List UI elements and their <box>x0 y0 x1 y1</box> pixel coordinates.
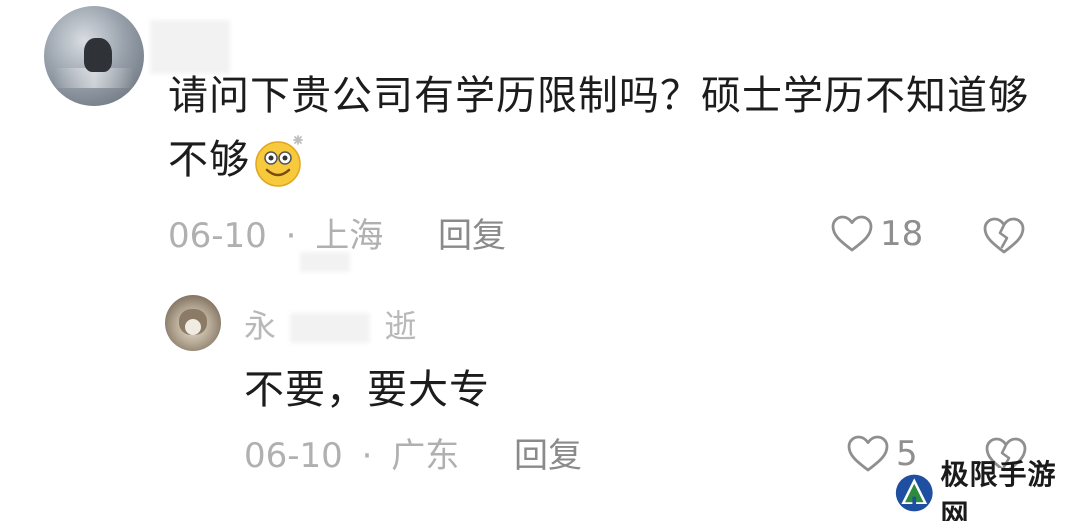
reply-location: 广东 <box>391 436 460 476</box>
reply-author-end: 逝 <box>384 307 417 345</box>
reply-author-name[interactable]: 永 逝 <box>244 306 416 346</box>
comment-text-line2: 不够 <box>168 137 250 183</box>
comment-body: 请问下贵公司有学历限制吗？硕士学历不知道够 不够 <box>168 64 1029 192</box>
site-watermark: 极限手游网 <box>888 458 1080 521</box>
meta-separator: · <box>285 216 297 256</box>
reply-body: 不要，要大专 <box>244 367 490 413</box>
reply-reply-button[interactable]: 回复 <box>514 436 582 476</box>
redacted-mark <box>300 252 350 272</box>
avatar-cat-face <box>185 319 201 335</box>
comment-date: 06-10 <box>168 216 267 256</box>
comment-like-button[interactable]: 18 <box>830 214 923 254</box>
comment-location: 上海 <box>315 216 384 256</box>
watermark-text: 极限手游网 <box>940 458 1057 521</box>
heart-icon <box>831 215 873 252</box>
watermark-logo-icon <box>895 474 933 512</box>
reply-date: 06-10 <box>244 436 343 476</box>
comment-like-count: 18 <box>880 214 924 254</box>
comment-text-line1: 请问下贵公司有学历限制吗？硕士学历不知道够 <box>168 73 1029 119</box>
commenter-avatar[interactable] <box>44 6 144 106</box>
reply-author-start: 永 <box>244 307 277 345</box>
comment-reply-button[interactable]: 回复 <box>438 216 506 256</box>
replier-avatar[interactable] <box>165 295 221 351</box>
redacted-author-middle <box>290 313 371 343</box>
comment-thread: 请问下贵公司有学历限制吗？硕士学历不知道够 不够 06-10 · 上海 回复 1… <box>0 0 1080 521</box>
reply-meta: 06-10 · 广东 回复 <box>244 436 582 476</box>
comment-meta: 06-10 · 上海 回复 <box>168 216 506 256</box>
avatar-rock <box>84 38 112 72</box>
smile-emoji-icon <box>252 135 304 188</box>
broken-heart-icon[interactable] <box>982 216 1026 256</box>
heart-icon <box>847 435 889 472</box>
meta-separator: · <box>361 436 373 476</box>
